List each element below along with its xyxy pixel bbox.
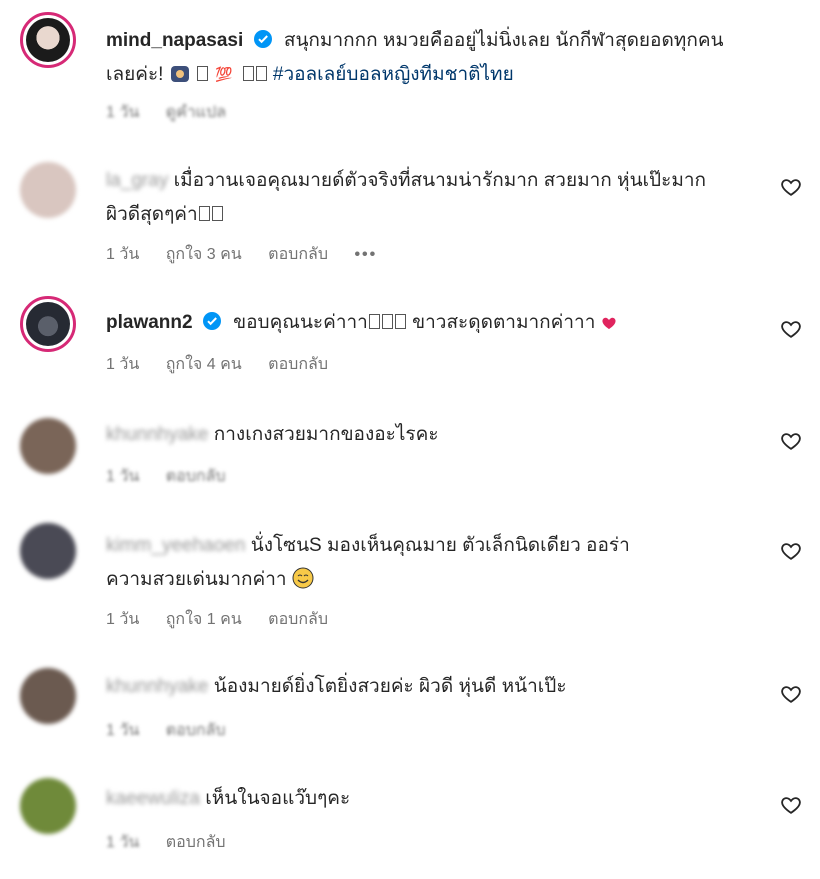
svg-text:💯: 💯 xyxy=(215,66,233,83)
comments-list: mind_napasasi สนุกมากกก หมวยคืออยู่ไม่นิ… xyxy=(0,0,820,879)
comment-username[interactable]: plawann2 xyxy=(106,312,193,333)
reply-button[interactable]: ตอบกลับ xyxy=(268,246,328,263)
avatar[interactable] xyxy=(20,162,76,218)
like-heart-icon[interactable] xyxy=(780,683,802,705)
comment-text: ขอบคุณนะค่าาา xyxy=(233,312,368,333)
like-heart-icon[interactable] xyxy=(780,318,802,340)
like-heart-icon[interactable] xyxy=(780,794,802,816)
comment-time[interactable]: 1 วัน xyxy=(106,834,139,851)
avatar[interactable] xyxy=(20,523,76,579)
like-count[interactable]: ถูกใจ 3 คน xyxy=(166,246,242,263)
missing-glyph-icon xyxy=(198,206,210,221)
comment-time[interactable]: 1 วัน xyxy=(106,611,139,628)
reply-button[interactable]: ตอบกลับ xyxy=(268,356,328,373)
reply-button[interactable]: ตอบกลับ xyxy=(166,834,226,851)
comment-username[interactable]: khunnhyake xyxy=(106,676,208,697)
comment-username[interactable]: la_gray xyxy=(106,170,168,191)
more-options-icon[interactable]: ••• xyxy=(354,246,377,263)
comment-text-cont: ผิวดีสุดๆค่า xyxy=(106,204,198,225)
heart-emoji-icon xyxy=(602,317,616,329)
avatar[interactable] xyxy=(20,418,76,474)
like-heart-icon[interactable] xyxy=(780,430,802,452)
verified-badge-icon xyxy=(202,312,221,330)
comment-time[interactable]: 1 วัน xyxy=(106,246,139,263)
comment-text-cont: ความสวยเด่นมากค่าา xyxy=(106,569,287,590)
comment-time[interactable]: 1 วัน xyxy=(106,104,139,121)
verified-badge-icon xyxy=(253,30,272,48)
comment-time[interactable]: 1 วัน xyxy=(106,722,139,739)
like-count[interactable]: ถูกใจ 1 คน xyxy=(166,611,242,628)
comment-text: กางเกงสวยมากของอะไรคะ xyxy=(208,424,439,445)
smiling-face-emoji-icon xyxy=(292,567,314,589)
comment-time[interactable]: 1 วัน xyxy=(106,468,139,485)
comment-text: เมื่อวานเจอคุณมายด์ตัวจริงที่สนามน่ารักม… xyxy=(173,170,707,191)
missing-glyph-icon xyxy=(381,314,393,329)
avatar[interactable] xyxy=(20,296,76,352)
like-heart-icon[interactable] xyxy=(780,176,802,198)
comment-text-cont: ขาวสะดุดตามากค่าาา xyxy=(406,312,596,333)
comment-text: สนุกมากกก หมวยคืออยู่ไม่นิ่งเลย นักกีฬาส… xyxy=(283,30,724,51)
like-heart-icon[interactable] xyxy=(780,540,802,562)
missing-glyph-icon xyxy=(242,66,254,81)
reply-button[interactable]: ตอบกลับ xyxy=(166,722,226,739)
comment-text: เห็นในจอแว๊บๆคะ xyxy=(200,788,351,809)
comment-text: น้องมายด์ยิ่งโตยิ่งสวยค่ะ ผิวดี หุ่นดี ห… xyxy=(208,676,567,697)
comment-text-cont: เลยค่ะ! xyxy=(106,64,169,85)
reply-button[interactable]: ตอบกลับ xyxy=(268,611,328,628)
100-emoji-icon: 💯 xyxy=(215,66,233,83)
avatar[interactable] xyxy=(20,668,76,724)
hashtag-link[interactable]: #วอลเลย์บอลหญิงทีมชาติไทย xyxy=(273,64,514,85)
missing-glyph-icon xyxy=(211,206,223,221)
comment-text: นั่งโซนS มองเห็นคุณมาย ตัวเล็กนิดเดียว อ… xyxy=(245,535,630,556)
comment-username[interactable]: mind_napasasi xyxy=(106,30,243,51)
reply-button[interactable]: ตอบกลับ xyxy=(166,468,226,485)
raised-hands-emoji-icon xyxy=(170,66,189,82)
missing-glyph-icon xyxy=(394,314,406,329)
missing-glyph-icon xyxy=(255,66,267,81)
avatar[interactable] xyxy=(20,778,76,834)
comment-username[interactable]: kimm_yeehaoen xyxy=(106,535,245,556)
missing-glyph-icon xyxy=(197,66,209,81)
see-translation-button[interactable]: ดูคำแปล xyxy=(166,104,226,121)
comment-username[interactable]: khunnhyake xyxy=(106,424,208,445)
comment-time[interactable]: 1 วัน xyxy=(106,356,139,373)
like-count[interactable]: ถูกใจ 4 คน xyxy=(166,356,242,373)
comment-username[interactable]: kaeewuliza xyxy=(106,788,200,809)
missing-glyph-icon xyxy=(368,314,380,329)
avatar[interactable] xyxy=(20,12,76,68)
